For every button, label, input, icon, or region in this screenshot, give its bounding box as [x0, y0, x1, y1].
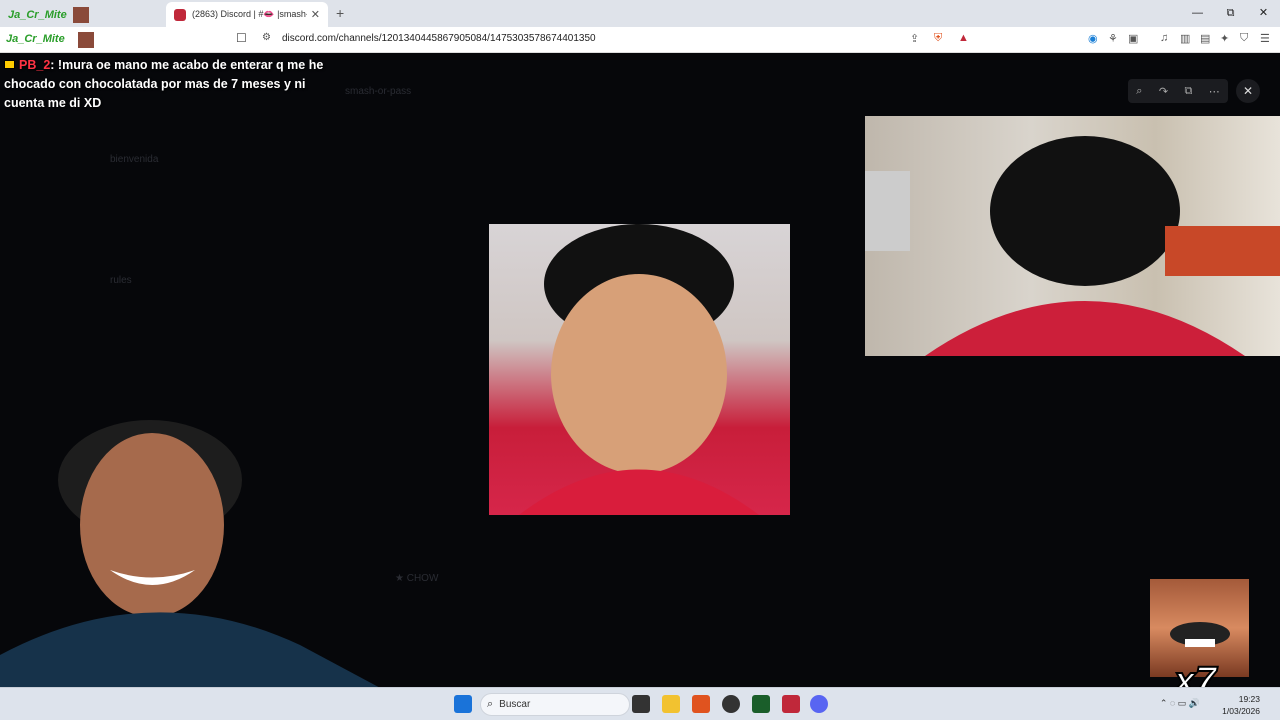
start-icon[interactable]	[454, 695, 472, 713]
streamer-figure	[0, 420, 440, 720]
discord-icon[interactable]	[810, 695, 828, 713]
bookmark-icon[interactable]: ☐	[236, 31, 247, 45]
menu-icon[interactable]: ☰	[1260, 32, 1270, 45]
new-tab-button[interactable]: +	[336, 5, 344, 21]
obs-icon[interactable]	[722, 695, 740, 713]
discord-favicon-icon	[174, 8, 186, 21]
tab-background[interactable]: Ja_Cr_Mite	[0, 2, 165, 27]
chat-username: PB_2	[19, 58, 51, 72]
more-icon[interactable]: ⋯	[1209, 85, 1220, 98]
url-field[interactable]: discord.com/channels/1201340445867905084…	[282, 33, 596, 44]
audio-icon[interactable]: ◉	[1088, 32, 1098, 45]
extensions-icon[interactable]: ⚘	[1108, 32, 1118, 45]
brave-browser-icon[interactable]	[692, 695, 710, 713]
overlay-streamer-name: Ja_Cr_Mite	[6, 33, 65, 45]
crown-icon	[4, 60, 15, 69]
search-placeholder: Buscar	[499, 699, 531, 710]
open-external-icon[interactable]: ⧉	[1184, 85, 1192, 98]
tab-discord[interactable]: (2863) Discord | #👄 |smash-or- ✕	[166, 2, 328, 27]
browser-tab-bar: Ja_Cr_Mite (2863) Discord | #👄 |smash-or…	[0, 0, 1280, 27]
streamer-webcam	[0, 405, 440, 720]
terminal-icon[interactable]	[752, 695, 770, 713]
stream-chat-overlay: PB_2: !mura oe mano me acabo de enterar …	[4, 56, 344, 113]
chat-message: : !mura oe mano me acabo de enterar q me…	[4, 58, 324, 110]
restore-button[interactable]: ⧉	[1214, 0, 1247, 27]
screenshot-icon[interactable]: ▣	[1128, 32, 1138, 45]
taskbar: ⌕ Buscar ⌃ ◌ ▭ 🔊 19:23 1/03/2026	[0, 687, 1280, 720]
overlay-streamer-name-top: Ja_Cr_Mite	[8, 8, 67, 21]
brave-shield-icon[interactable]: ⛨	[934, 32, 942, 45]
taskbar-search[interactable]: ⌕ Buscar	[480, 693, 630, 716]
close-window-button[interactable]: ✕	[1247, 0, 1280, 27]
rewards-icon[interactable]: ▲	[958, 32, 969, 44]
forward-icon[interactable]: ↷	[1159, 85, 1168, 98]
sidebar-item-ghost[interactable]: rules	[110, 275, 132, 286]
music-icon[interactable]: ♫	[1160, 32, 1168, 44]
search-icon: ⌕	[487, 698, 494, 710]
sidebar-item-ghost[interactable]: bienvenida	[110, 154, 158, 165]
person-figure	[519, 224, 759, 515]
clock-time: 19:23	[1238, 694, 1260, 704]
site-info-icon[interactable]: ⚙	[262, 32, 271, 43]
task-view-icon[interactable]	[632, 695, 650, 713]
app-triangle-icon[interactable]	[782, 695, 800, 713]
viewer-toolbar: ⌕ ↷ ⧉ ⋯	[1128, 79, 1228, 103]
address-bar: Ja_Cr_Mite ☐ ⚙ discord.com/channels/1201…	[0, 27, 1280, 53]
system-tray-icons[interactable]: ⌃ ◌ ▭ 🔊	[1160, 698, 1200, 709]
minimize-button[interactable]: —	[1181, 0, 1214, 27]
viewer-close-button[interactable]: ✕	[1236, 79, 1260, 103]
vpn-icon[interactable]: ⛉	[1240, 32, 1248, 45]
channel-name-ghost: smash-or-pass	[345, 86, 412, 97]
clock-date: 1/03/2026	[1222, 706, 1260, 716]
tab-title: (2863) Discord | #👄 |smash-or-	[192, 9, 307, 19]
clock[interactable]: 19:23 1/03/2026	[1222, 693, 1260, 717]
center-webcam-image	[489, 224, 790, 515]
tab-close-icon[interactable]: ✕	[311, 8, 320, 21]
person-figure	[865, 136, 1280, 356]
share-icon[interactable]: ⇪	[910, 32, 919, 45]
window-controls: — ⧉ ✕	[1181, 0, 1280, 27]
zoom-icon[interactable]: ⌕	[1136, 85, 1142, 98]
file-explorer-icon[interactable]	[662, 695, 680, 713]
wallet-icon[interactable]: ▤	[1200, 32, 1210, 45]
overlay-logo-icon	[72, 6, 89, 23]
leo-icon[interactable]: ✦	[1220, 32, 1229, 45]
right-webcam-image	[865, 116, 1280, 356]
overlay-logo-icon	[78, 32, 94, 48]
sidebar-icon[interactable]: ▥	[1180, 32, 1190, 45]
